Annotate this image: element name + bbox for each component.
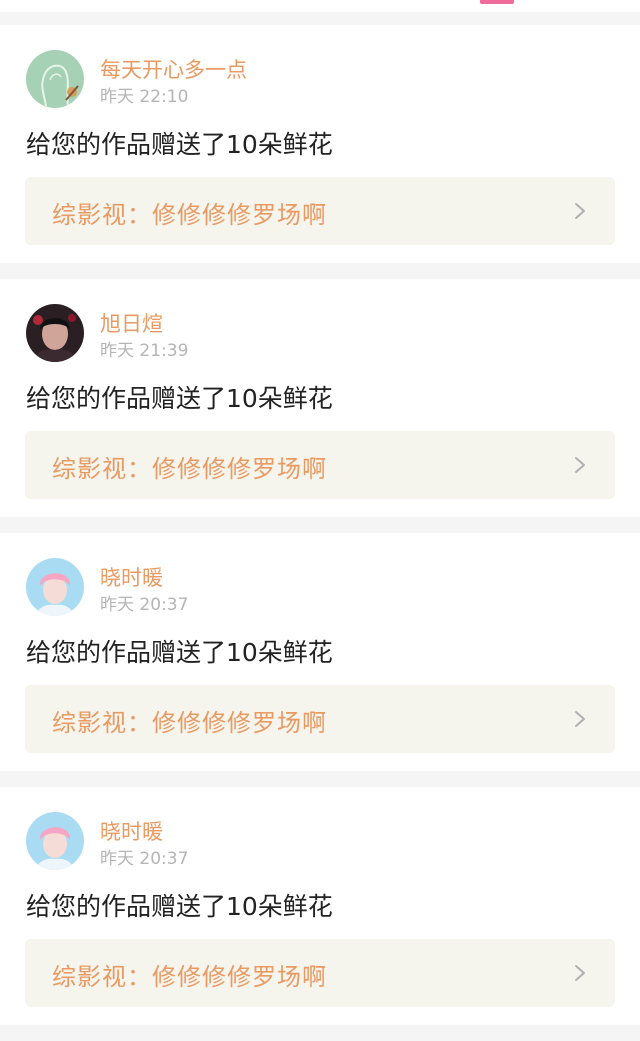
avatar-dark-portrait-icon: [26, 304, 84, 362]
notification-feed: 每天开心多一点 昨天 22:10 给您的作品赠送了10朵鲜花 综影视：修修修修罗…: [0, 25, 640, 1041]
timestamp: 昨天 20:37: [100, 595, 189, 615]
work-title: 综影视：修修修修罗场啊: [52, 963, 327, 991]
notification-card: 晓时暖 昨天 20:37 给您的作品赠送了10朵鲜花 综影视：修修修修罗场啊: [0, 533, 640, 771]
timestamp: 昨天 22:10: [100, 87, 189, 107]
work-title: 综影视：修修修修罗场啊: [52, 201, 327, 229]
username[interactable]: 晓时暖: [100, 816, 163, 846]
avatar-pink-portrait-icon: [26, 812, 84, 870]
username[interactable]: 每天开心多一点: [100, 54, 247, 84]
notification-card: 旭日煊 昨天 21:39 给您的作品赠送了10朵鲜花 综影视：修修修修罗场啊: [0, 279, 640, 517]
avatar[interactable]: [26, 812, 84, 870]
notification-message: 给您的作品赠送了10朵鲜花: [26, 130, 333, 159]
work-title: 综影视：修修修修罗场啊: [52, 455, 327, 483]
chevron-right-icon: [575, 711, 585, 727]
username[interactable]: 旭日煊: [100, 308, 163, 338]
chevron-right-icon: [575, 457, 585, 473]
timestamp: 昨天 20:37: [100, 849, 189, 869]
avatar[interactable]: [26, 304, 84, 362]
work-link[interactable]: 综影视：修修修修罗场啊: [25, 431, 615, 499]
username[interactable]: 晓时暖: [100, 562, 163, 592]
avatar-sketch-icon: [26, 50, 84, 108]
notification-message: 给您的作品赠送了10朵鲜花: [26, 892, 333, 921]
avatar[interactable]: [26, 558, 84, 616]
notification-card: 晓时暖 昨天 20:37 给您的作品赠送了10朵鲜花 综影视：修修修修罗场啊: [0, 787, 640, 1025]
chevron-right-icon: [575, 965, 585, 981]
chevron-right-icon: [575, 203, 585, 219]
timestamp: 昨天 21:39: [100, 341, 189, 361]
notification-card: 每天开心多一点 昨天 22:10 给您的作品赠送了10朵鲜花 综影视：修修修修罗…: [0, 25, 640, 263]
notification-message: 给您的作品赠送了10朵鲜花: [26, 638, 333, 667]
work-title: 综影视：修修修修罗场啊: [52, 709, 327, 737]
work-link[interactable]: 综影视：修修修修罗场啊: [25, 685, 615, 753]
avatar-pink-portrait-icon: [26, 558, 84, 616]
notification-message: 给您的作品赠送了10朵鲜花: [26, 384, 333, 413]
work-link[interactable]: 综影视：修修修修罗场啊: [25, 177, 615, 245]
active-tab-indicator: [480, 0, 514, 4]
top-tab-bar: [0, 0, 640, 12]
work-link[interactable]: 综影视：修修修修罗场啊: [25, 939, 615, 1007]
avatar[interactable]: [26, 50, 84, 108]
